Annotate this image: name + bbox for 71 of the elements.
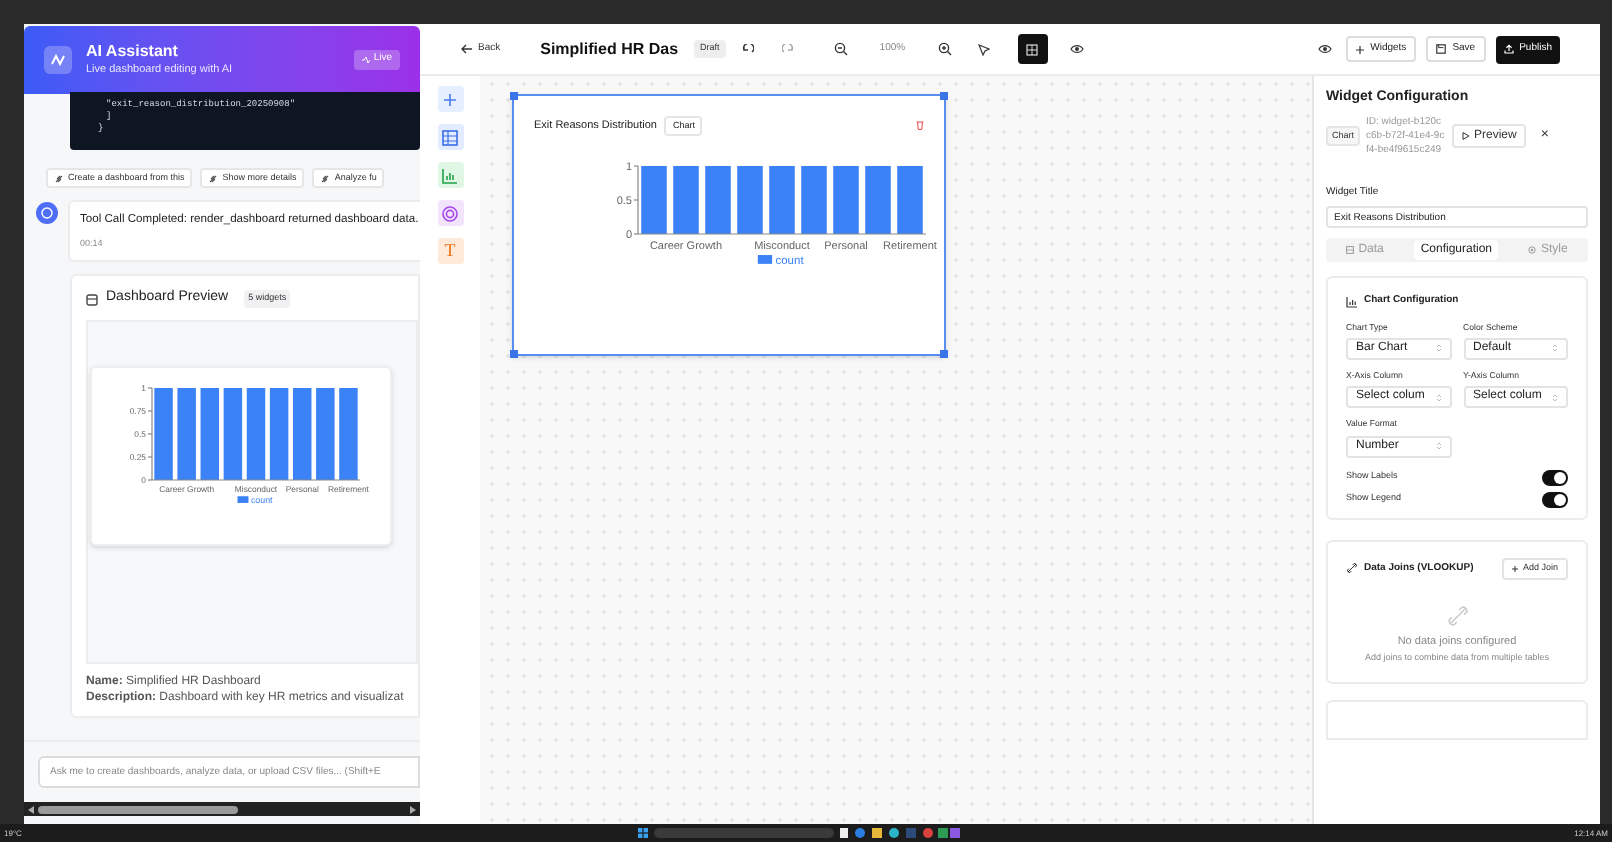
play-icon [1462, 132, 1471, 140]
legend-swatch [237, 496, 249, 503]
resize-handle[interactable] [510, 350, 518, 358]
grid-toggle-button[interactable] [1017, 34, 1048, 64]
save-icon [1436, 44, 1447, 54]
resize-handle[interactable] [940, 92, 948, 100]
taskbar-search-field[interactable] [653, 828, 834, 838]
target-tool-button[interactable] [437, 200, 463, 226]
bar [865, 165, 891, 234]
tick-mark [633, 164, 639, 167]
bar [801, 165, 827, 234]
y-axis [151, 387, 153, 481]
sparkle-icon [44, 46, 72, 74]
bar [269, 387, 289, 480]
scroll-right-icon [410, 805, 416, 813]
scrollbar-thumb[interactable] [38, 805, 238, 813]
bar [833, 165, 859, 234]
eye-icon[interactable] [1069, 44, 1084, 54]
tick-mark [633, 232, 639, 235]
bar [177, 387, 196, 480]
database-icon [86, 293, 98, 306]
assistant-avatar-icon [36, 202, 58, 224]
assistant-title: AI Assistant [86, 42, 180, 62]
scroll-left-icon [28, 805, 34, 813]
y-axis [637, 164, 639, 235]
legend-swatch [757, 254, 773, 264]
gear-icon [1528, 246, 1537, 254]
bar [705, 165, 731, 234]
resize-handle[interactable] [510, 92, 518, 100]
bar-chart-icon [1346, 295, 1358, 308]
bar [293, 387, 312, 480]
bar [154, 387, 173, 480]
tick-mark [147, 479, 153, 481]
horizontal-scrollbar[interactable] [24, 802, 420, 816]
bar [200, 387, 219, 480]
arrow-left-icon [460, 44, 472, 54]
plus-icon [1512, 565, 1519, 572]
grid-icon [1026, 43, 1039, 55]
toggle-switch[interactable] [1542, 469, 1568, 486]
bar [223, 387, 243, 480]
cursor-icon[interactable] [977, 43, 990, 55]
table-tool-button[interactable] [437, 124, 463, 150]
taskbar-apps-icon[interactable] [839, 828, 960, 838]
target-icon [440, 203, 460, 223]
plus-icon [1356, 45, 1365, 53]
undo-icon[interactable] [741, 44, 754, 54]
dashboard-title: Simplified HR Das [540, 37, 679, 61]
chart-icon [440, 165, 460, 185]
bar [246, 387, 266, 480]
toggle-switch[interactable] [1542, 491, 1568, 508]
eye-icon[interactable] [1318, 44, 1333, 54]
zoom-in-icon[interactable] [937, 42, 952, 56]
bar [339, 387, 358, 480]
bar [641, 165, 667, 234]
table-icon [440, 127, 460, 147]
tick-mark [147, 387, 153, 389]
database-icon [1346, 246, 1355, 254]
bar [897, 165, 923, 234]
bar [673, 165, 699, 234]
bar [316, 387, 335, 480]
pulse-icon [361, 56, 370, 64]
trash-icon[interactable] [916, 120, 924, 131]
bar [737, 165, 763, 234]
add-tool-button[interactable] [437, 86, 463, 112]
upload-icon [1503, 44, 1514, 54]
zoom-out-icon[interactable] [833, 42, 848, 56]
bar [769, 165, 795, 234]
windows-logo-icon[interactable] [637, 828, 648, 838]
add-icon [440, 89, 460, 109]
resize-handle[interactable] [940, 350, 948, 358]
chart-tool-button[interactable] [437, 162, 463, 188]
